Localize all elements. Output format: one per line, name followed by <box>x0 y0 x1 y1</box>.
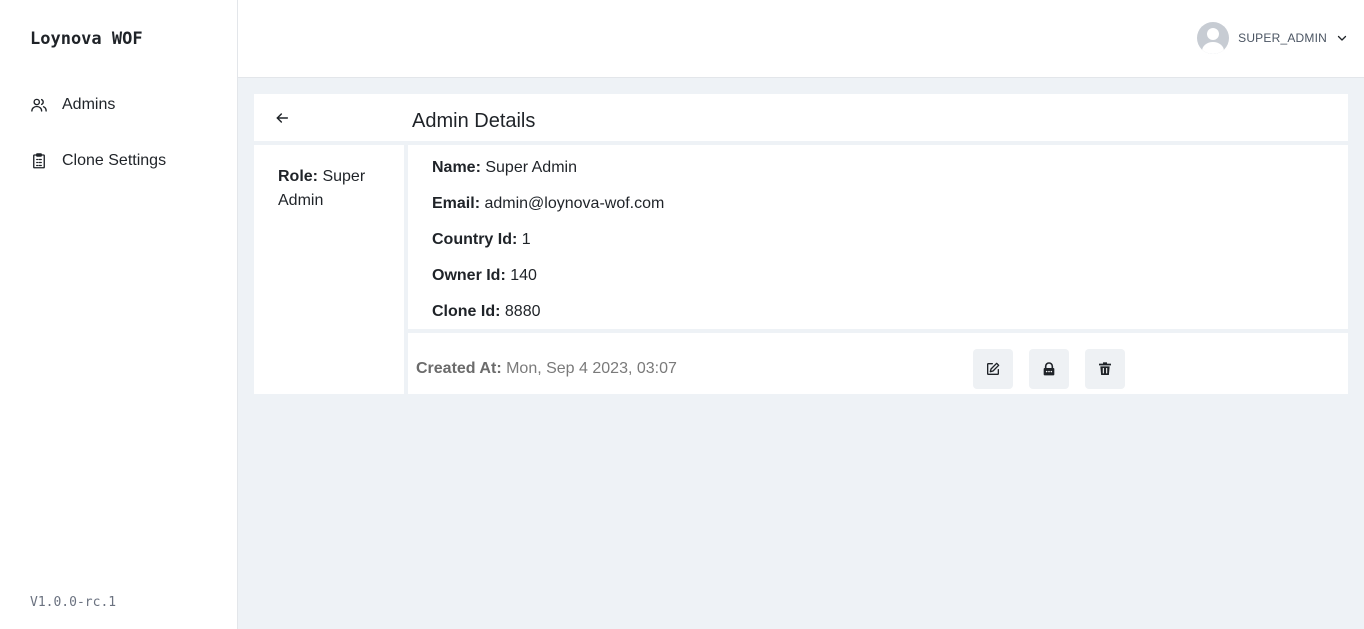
sidebar-item-label: Admins <box>62 96 116 113</box>
edit-icon <box>987 362 1000 375</box>
trash-icon <box>1099 362 1111 375</box>
lock-button[interactable] <box>1029 349 1069 389</box>
clipboard-icon <box>33 153 45 169</box>
clone-id-label: Clone Id: <box>432 303 501 320</box>
info-row-owner-id: Owner Id: 140 <box>432 266 1324 302</box>
lock-icon <box>1043 362 1055 376</box>
created-at: Created At: Mon, Sep 4 2023, 03:07 <box>416 360 677 378</box>
delete-button[interactable] <box>1085 349 1125 389</box>
email-value: admin@loynova-wof.com <box>484 195 665 212</box>
user-name: SUPER_ADMIN <box>1238 31 1327 45</box>
admin-info-card: Name: Super Admin Email: admin@loynova-w… <box>408 145 1348 329</box>
sidebar-item-clone-settings[interactable]: Clone Settings <box>30 152 166 170</box>
clone-id-value: 8880 <box>504 303 541 320</box>
back-arrow-icon[interactable] <box>274 110 290 126</box>
info-row-country-id: Country Id: 1 <box>432 230 1324 266</box>
name-value: Super Admin <box>485 159 577 176</box>
info-row-name: Name: Super Admin <box>432 158 1324 194</box>
email-label: Email: <box>432 195 481 212</box>
users-icon <box>31 98 47 112</box>
info-row-email: Email: admin@loynova-wof.com <box>432 194 1324 230</box>
page-title: Admin Details <box>412 110 536 132</box>
name-label: Name: <box>432 159 481 176</box>
country-id-label: Country Id: <box>432 231 518 248</box>
user-menu[interactable]: SUPER_ADMIN <box>1197 22 1348 54</box>
chevron-down-icon <box>1336 32 1348 44</box>
app-brand: Loynova WOF <box>30 29 143 49</box>
role-card: Role: Super Admin <box>254 145 404 394</box>
edit-button[interactable] <box>973 349 1013 389</box>
details-footer: Created At: Mon, Sep 4 2023, 03:07 <box>408 333 1348 394</box>
sidebar-item-label: Clone Settings <box>62 152 167 169</box>
role-label: Role: <box>278 168 318 185</box>
app-version: V1.0.0-rc.1 <box>30 595 117 610</box>
country-id-value: 1 <box>521 231 531 248</box>
avatar <box>1197 22 1230 54</box>
owner-id-value: 140 <box>510 267 537 284</box>
top-bar: SUPER_ADMIN <box>238 0 1364 78</box>
owner-id-label: Owner Id: <box>432 267 506 284</box>
created-at-value: Mon, Sep 4 2023, 03:07 <box>506 360 677 377</box>
details-header: Admin Details <box>254 94 1348 141</box>
sidebar: Loynova WOF Admins Clone Settings V1.0.0… <box>0 0 238 629</box>
created-at-label: Created At: <box>416 360 502 377</box>
sidebar-item-admins[interactable]: Admins <box>30 96 115 114</box>
